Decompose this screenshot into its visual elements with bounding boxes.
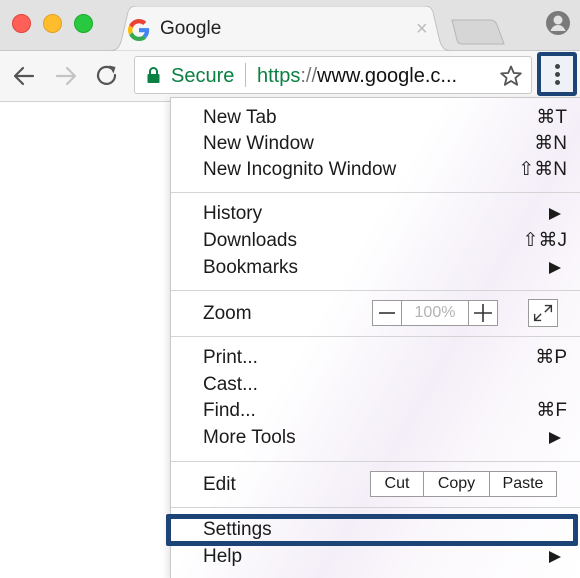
three-dot-menu-icon[interactable]	[537, 52, 577, 96]
menu-item-label: More Tools	[203, 427, 296, 448]
menu-item-zoom: Zoom 100%	[171, 297, 580, 331]
window-close-button[interactable]	[12, 14, 31, 33]
back-arrow-icon[interactable]	[11, 63, 37, 89]
menu-item-label: Cast...	[203, 374, 258, 395]
menu-item-find[interactable]: Find... ⌘F	[171, 398, 580, 424]
address-bar[interactable]: Secure https://www.google.c...	[134, 56, 532, 94]
menu-item-print[interactable]: Print... ⌘P	[171, 345, 580, 371]
reload-icon[interactable]	[94, 63, 120, 89]
secure-label: Secure	[171, 65, 235, 87]
menu-item-label: New Window	[203, 133, 314, 154]
menu-divider	[171, 192, 580, 193]
menu-item-shortcut: ⌘N	[534, 133, 567, 154]
submenu-arrow-icon	[549, 262, 561, 274]
submenu-arrow-icon	[549, 432, 561, 444]
menu-dot	[555, 72, 560, 77]
menu-item-shortcut: ⌘T	[536, 107, 567, 128]
toolbar: Secure https://www.google.c...	[0, 51, 580, 102]
tab-google[interactable]: Google ×	[108, 6, 453, 51]
menu-item-label: Find...	[203, 400, 256, 421]
url-text[interactable]: https://www.google.c...	[257, 63, 457, 89]
url-separator: ://	[300, 65, 318, 87]
menu-item-more-tools[interactable]: More Tools	[171, 425, 580, 451]
settings-highlight-box	[166, 514, 578, 546]
zoom-value: 100%	[414, 304, 456, 321]
menu-divider	[171, 290, 580, 291]
menu-item-edit: Edit Cut Copy Paste	[171, 469, 580, 501]
menu-item-label: New Tab	[203, 107, 277, 128]
menu-item-label: Print...	[203, 347, 258, 368]
menu-item-downloads[interactable]: Downloads ⇧⌘J	[171, 228, 580, 254]
menu-item-shortcut: ⌘P	[535, 347, 567, 368]
menu-item-cast[interactable]: Cast...	[171, 372, 580, 398]
window-minimize-button[interactable]	[43, 14, 62, 33]
menu-item-new-tab[interactable]: New Tab ⌘T	[171, 105, 580, 131]
url-scheme: https	[257, 65, 301, 87]
menu-item-shortcut: ⇧⌘N	[518, 159, 567, 180]
url-host: www.google.c...	[317, 65, 458, 87]
menu-divider	[171, 336, 580, 337]
menu-item-label: Zoom	[203, 303, 252, 324]
zoom-minus-icon[interactable]	[373, 301, 402, 325]
menu-item-help[interactable]: Help	[171, 544, 580, 570]
menu-dot	[555, 64, 560, 69]
menu-item-new-window[interactable]: New Window ⌘N	[171, 131, 580, 157]
submenu-arrow-icon	[549, 208, 561, 220]
window-maximize-button[interactable]	[74, 14, 93, 33]
menu-item-label: History	[203, 203, 263, 224]
menu-item-history[interactable]: History	[171, 201, 580, 227]
star-icon[interactable]	[499, 64, 523, 88]
menu-divider	[171, 461, 580, 462]
menu-item-label: Edit	[203, 474, 236, 495]
omnibox-divider	[245, 63, 246, 87]
chrome-menu: New Tab ⌘T New Window ⌘N New Incognito W…	[170, 97, 580, 578]
tab-close-icon[interactable]: ×	[416, 17, 428, 41]
edit-controls: Cut Copy Paste	[370, 471, 557, 497]
menu-item-shortcut: ⌘F	[536, 400, 567, 421]
cut-button[interactable]: Cut	[371, 472, 424, 496]
new-tab-button[interactable]	[450, 18, 506, 46]
menu-item-bookmarks[interactable]: Bookmarks	[171, 255, 580, 281]
menu-item-label: Downloads	[203, 230, 297, 251]
zoom-plus-icon[interactable]	[468, 301, 497, 325]
tab-title: Google	[160, 18, 222, 39]
forward-arrow-icon[interactable]	[53, 63, 79, 89]
lock-icon	[147, 67, 160, 83]
menu-item-new-incognito-window[interactable]: New Incognito Window ⇧⌘N	[171, 157, 580, 183]
menu-item-shortcut: ⇧⌘J	[522, 230, 567, 251]
google-favicon	[128, 19, 150, 41]
copy-button[interactable]: Copy	[424, 472, 490, 496]
menu-item-label: Help	[203, 546, 243, 567]
menu-item-label: Bookmarks	[203, 257, 299, 278]
tab-strip: Google ×	[0, 0, 580, 51]
menu-item-label: New Incognito Window	[203, 159, 397, 180]
submenu-arrow-icon	[549, 551, 561, 563]
zoom-controls: 100%	[372, 300, 498, 326]
fullscreen-icon[interactable]	[528, 299, 558, 327]
profile-icon[interactable]	[545, 10, 571, 36]
menu-dot	[555, 80, 560, 85]
menu-divider	[171, 507, 580, 508]
paste-button[interactable]: Paste	[490, 472, 556, 496]
